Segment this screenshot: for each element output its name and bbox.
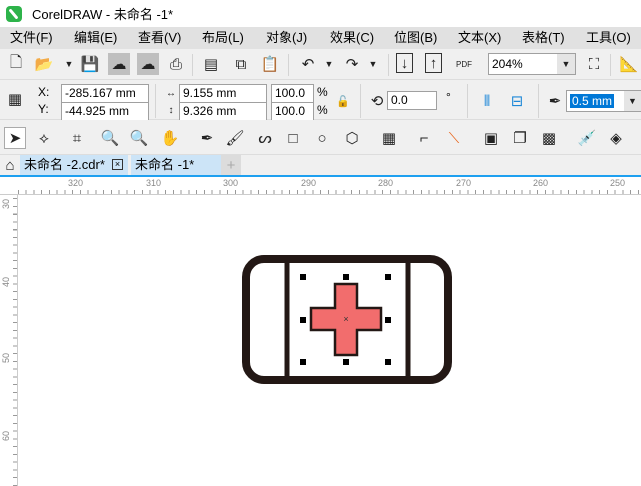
selection-handle[interactable] bbox=[385, 274, 391, 280]
selection-handle[interactable] bbox=[300, 274, 306, 280]
selection-handle[interactable] bbox=[343, 359, 349, 365]
drawing-canvas[interactable]: × bbox=[0, 0, 641, 486]
selection-handle[interactable] bbox=[300, 317, 306, 323]
selection-handle[interactable] bbox=[343, 274, 349, 280]
selection-handle[interactable] bbox=[385, 359, 391, 365]
center-marker: × bbox=[343, 314, 348, 324]
selection-handle[interactable] bbox=[385, 317, 391, 323]
selection-handle[interactable] bbox=[300, 359, 306, 365]
